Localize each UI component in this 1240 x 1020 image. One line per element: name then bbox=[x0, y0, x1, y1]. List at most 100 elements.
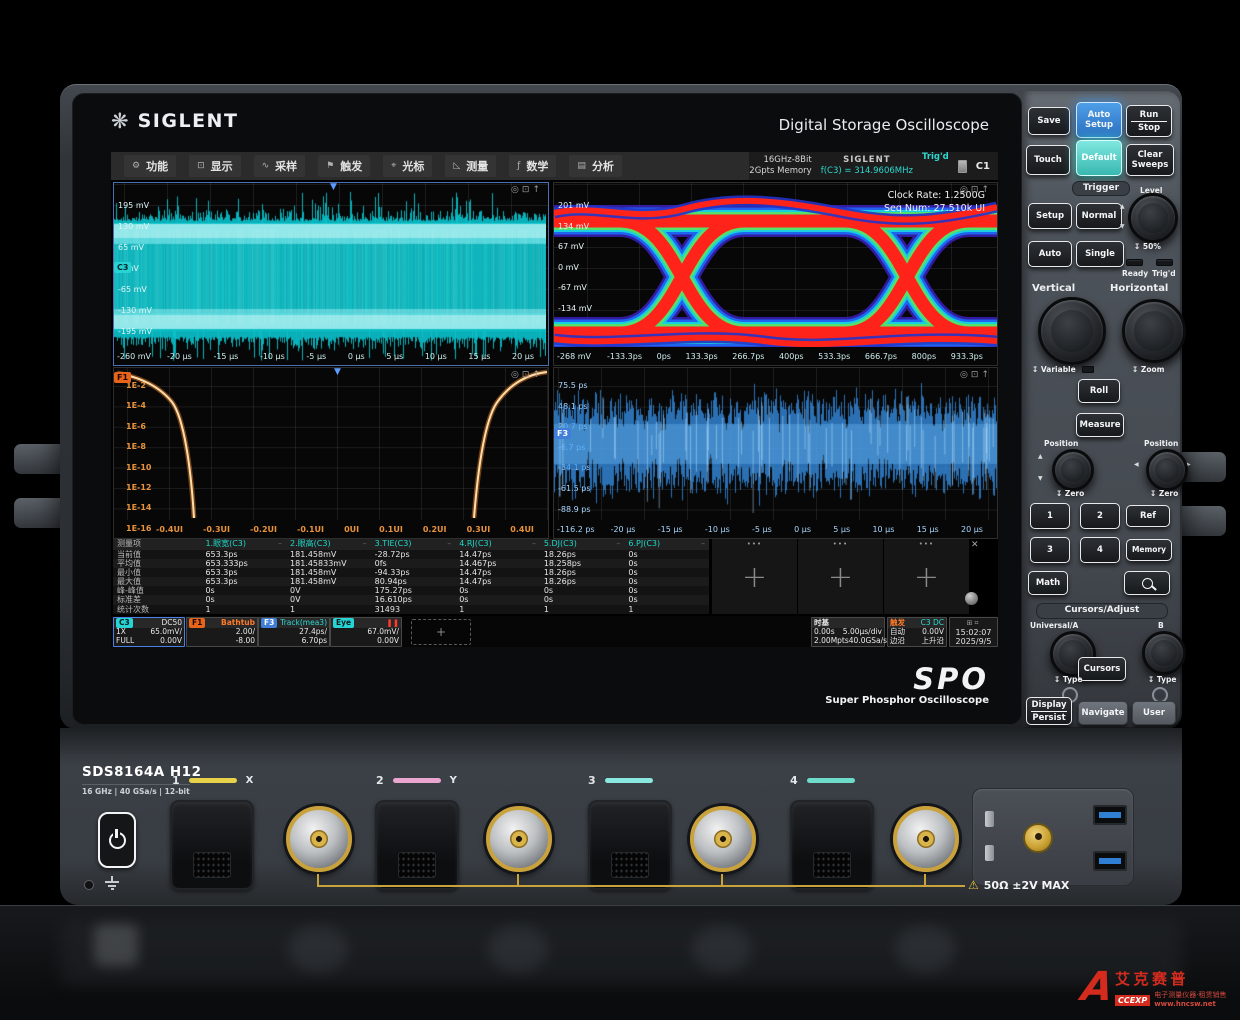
math-button[interactable]: Math bbox=[1028, 571, 1068, 595]
bnc-connector-1[interactable] bbox=[286, 806, 352, 872]
probe-interface-2[interactable] bbox=[375, 800, 459, 890]
desk-reflection bbox=[0, 905, 1240, 1020]
trace-f3-marker[interactable]: F3 bbox=[554, 428, 571, 439]
probe-interface-4[interactable] bbox=[790, 800, 874, 890]
menu-item-math[interactable]: ƒ数学 bbox=[509, 155, 556, 177]
probe-interface-1[interactable] bbox=[170, 800, 254, 890]
channel-1-button[interactable]: 1 bbox=[1030, 503, 1070, 529]
table-row[interactable]: 当前值653.3ps181.458mV-28.72ps14.47ps18.26p… bbox=[113, 550, 709, 559]
add-measurement-slot[interactable]: ••• + bbox=[711, 539, 797, 614]
table-row[interactable]: 最大值653.3ps181.458mV80.94ps14.47ps18.26ps… bbox=[113, 577, 709, 586]
trigger-position-icon[interactable]: ▼ bbox=[334, 367, 341, 377]
status-info[interactable]: 16GHz-8Bit 2Gpts Memory SIGLENT f(C3) = … bbox=[749, 152, 998, 180]
measurement-table[interactable]: 测量项1.眼宽(C3)2.眼高(C3)3.TIE(C3)4.RJ(C3)5.DJ… bbox=[113, 539, 709, 614]
bnc-connector-2[interactable] bbox=[486, 806, 552, 872]
bnc-connector-3[interactable] bbox=[690, 806, 756, 872]
run-stop-button[interactable]: RunStop bbox=[1126, 105, 1172, 137]
probe-interface-3[interactable] bbox=[588, 800, 672, 890]
auto-setup-button[interactable]: AutoSetup bbox=[1076, 102, 1122, 138]
channel-4-button[interactable]: 4 bbox=[1080, 537, 1120, 563]
add-trace-button[interactable]: + bbox=[411, 619, 471, 645]
ref-button[interactable]: Ref bbox=[1126, 505, 1170, 527]
menu-item-cursor[interactable]: ⌖光标 bbox=[383, 155, 432, 177]
menu-item-function[interactable]: ⚙功能 bbox=[124, 155, 176, 177]
f3-descriptor[interactable]: F3Track(mea3) 27.4ps/ 6.70ps bbox=[258, 617, 330, 647]
roll-button[interactable]: Roll bbox=[1078, 379, 1120, 403]
b-knob[interactable] bbox=[1142, 631, 1186, 675]
panel-corner-icons[interactable]: ◎⊡↑ bbox=[511, 185, 543, 195]
sma-connector[interactable] bbox=[1023, 823, 1053, 853]
vertical-position-knob[interactable] bbox=[1052, 449, 1094, 491]
a-type-label: ↧ Type bbox=[1054, 675, 1082, 684]
y-axis-label: 1E-12 bbox=[126, 478, 151, 498]
menu-item-analysis[interactable]: ▤分析 bbox=[569, 155, 622, 177]
cursors-button[interactable]: Cursors bbox=[1078, 657, 1126, 681]
eye-descriptor[interactable]: Eye❚❚ 67.0mV/ 0.00V bbox=[330, 617, 402, 647]
clear-sweeps-button[interactable]: ClearSweeps bbox=[1126, 144, 1174, 176]
menu-item-acquire[interactable]: ∿采样 bbox=[254, 155, 306, 177]
eye-diagram-panel[interactable]: Clock Rate: 1.2500G Seq Num: 27.510k UI … bbox=[553, 182, 998, 366]
trigger-normal-button[interactable]: Normal bbox=[1076, 203, 1122, 229]
horizontal-position-knob[interactable] bbox=[1146, 449, 1188, 491]
search-button[interactable] bbox=[1124, 571, 1170, 595]
vertical-scale-knob[interactable] bbox=[1038, 297, 1106, 365]
horizontal-scale-knob[interactable] bbox=[1122, 299, 1186, 363]
f1-descriptor[interactable]: F1Bathtub 2.00/ -8.00 bbox=[186, 617, 258, 647]
camera-icon: ◎ bbox=[960, 185, 971, 195]
panel-corner-icons[interactable]: ◎⊡↑ bbox=[960, 185, 992, 195]
channel-2-button[interactable]: 2 bbox=[1080, 503, 1120, 529]
trigger-setup-button[interactable]: Setup bbox=[1028, 203, 1072, 229]
slot-menu-icon[interactable]: ••• bbox=[798, 539, 883, 550]
bnc-center-pin bbox=[917, 830, 935, 848]
user-button[interactable]: User bbox=[1132, 701, 1176, 725]
default-button[interactable]: Default bbox=[1076, 140, 1122, 176]
trigger-auto-button[interactable]: Auto bbox=[1028, 241, 1072, 267]
plus-icon: + bbox=[798, 563, 883, 593]
trigger-position-icon[interactable]: ▼ bbox=[330, 182, 337, 192]
trigger-descriptor[interactable]: 触发C3 DC 自动0.00V 边沿上升沿 bbox=[887, 617, 947, 647]
display-persist-button[interactable]: DisplayPersist bbox=[1026, 697, 1072, 725]
measure-button[interactable]: Measure bbox=[1076, 413, 1124, 437]
menu-item-trigger[interactable]: ⚑触发 bbox=[318, 155, 370, 177]
trigger-level-knob[interactable] bbox=[1128, 193, 1178, 243]
table-row[interactable]: 标准差0s0V16.610ps0s0s0s bbox=[113, 595, 709, 604]
power-button[interactable] bbox=[98, 812, 136, 868]
slot-menu-icon[interactable]: ••• bbox=[884, 539, 969, 550]
add-measurement-slot[interactable]: ••• + bbox=[797, 539, 883, 614]
touch-button[interactable]: Touch bbox=[1026, 145, 1070, 175]
table-cell: 14.467ps bbox=[455, 559, 540, 568]
channel-2-header: 2Y bbox=[376, 774, 457, 787]
usb-port[interactable] bbox=[1093, 851, 1127, 871]
bathtub-panel[interactable]: 1E-21E-41E-61E-81E-101E-121E-141E-16 F1 … bbox=[113, 367, 549, 539]
table-row[interactable]: 平均值653.333ps181.45833mV0fs14.467ps18.258… bbox=[113, 559, 709, 568]
reset-statistics-icon[interactable] bbox=[965, 592, 978, 605]
tie-track-panel[interactable]: 75.5 ps48.1 ps20.7 ps-6.7 ps-34.1 ps-61.… bbox=[553, 367, 998, 539]
table-row[interactable]: 峰-峰值0s0V175.27ps0s0s0s bbox=[113, 586, 709, 595]
channel-3-button[interactable]: 3 bbox=[1030, 537, 1070, 563]
warning-triangle-icon: ⚠ bbox=[968, 878, 979, 892]
bnc-connector-4[interactable] bbox=[893, 806, 959, 872]
table-row[interactable]: 最小值653.3ps181.458mV-94.33ps14.47ps18.26p… bbox=[113, 568, 709, 577]
waveform-panel[interactable]: 195 mV130 mV65 mV0 mV-65 mV-130 mV-195 m… bbox=[113, 182, 549, 366]
slot-menu-icon[interactable]: ••• bbox=[712, 539, 797, 550]
memory-button[interactable]: Memory bbox=[1126, 539, 1172, 561]
trigger-single-button[interactable]: Single bbox=[1076, 241, 1124, 267]
trace-f1-marker[interactable]: F1 bbox=[114, 372, 131, 383]
save-button[interactable]: Save bbox=[1028, 107, 1070, 135]
c3-descriptor[interactable]: C3DC50 1X65.0mV/ FULL0.00V bbox=[113, 617, 185, 647]
menu-item-measure[interactable]: ◺测量 bbox=[445, 155, 496, 177]
add-measurement-slot[interactable]: ••• + bbox=[883, 539, 969, 614]
panel-corner-icons[interactable]: ◎⊡↑ bbox=[511, 370, 543, 380]
navigate-button[interactable]: Navigate bbox=[1078, 701, 1128, 725]
channel-c3-marker[interactable]: C3 bbox=[114, 262, 131, 273]
timebase-descriptor[interactable]: 时基 0.00s5.00µs/div 2.00Mpts40.0GSa/s bbox=[811, 617, 885, 647]
lcd-screen[interactable]: ⚙功能 ⊡显示 ∿采样 ⚑触发 ⌖光标 ◺测量 ƒ数学 ▤分析 16GHz-8B… bbox=[111, 152, 998, 647]
usb-port[interactable] bbox=[1093, 805, 1127, 825]
panel-corner-icons[interactable]: ◎⊡↑ bbox=[960, 370, 992, 380]
x-axis-label: 133.3ps bbox=[686, 352, 718, 361]
table-cell: 标准差 bbox=[113, 595, 201, 604]
clock-descriptor[interactable]: ⊞⌗ 15:02:07 2025/9/5 bbox=[949, 617, 998, 647]
close-icon[interactable]: ✕ bbox=[971, 540, 979, 550]
table-row[interactable]: 统计次数1131493111 bbox=[113, 605, 709, 614]
menu-item-display[interactable]: ⊡显示 bbox=[189, 155, 241, 177]
